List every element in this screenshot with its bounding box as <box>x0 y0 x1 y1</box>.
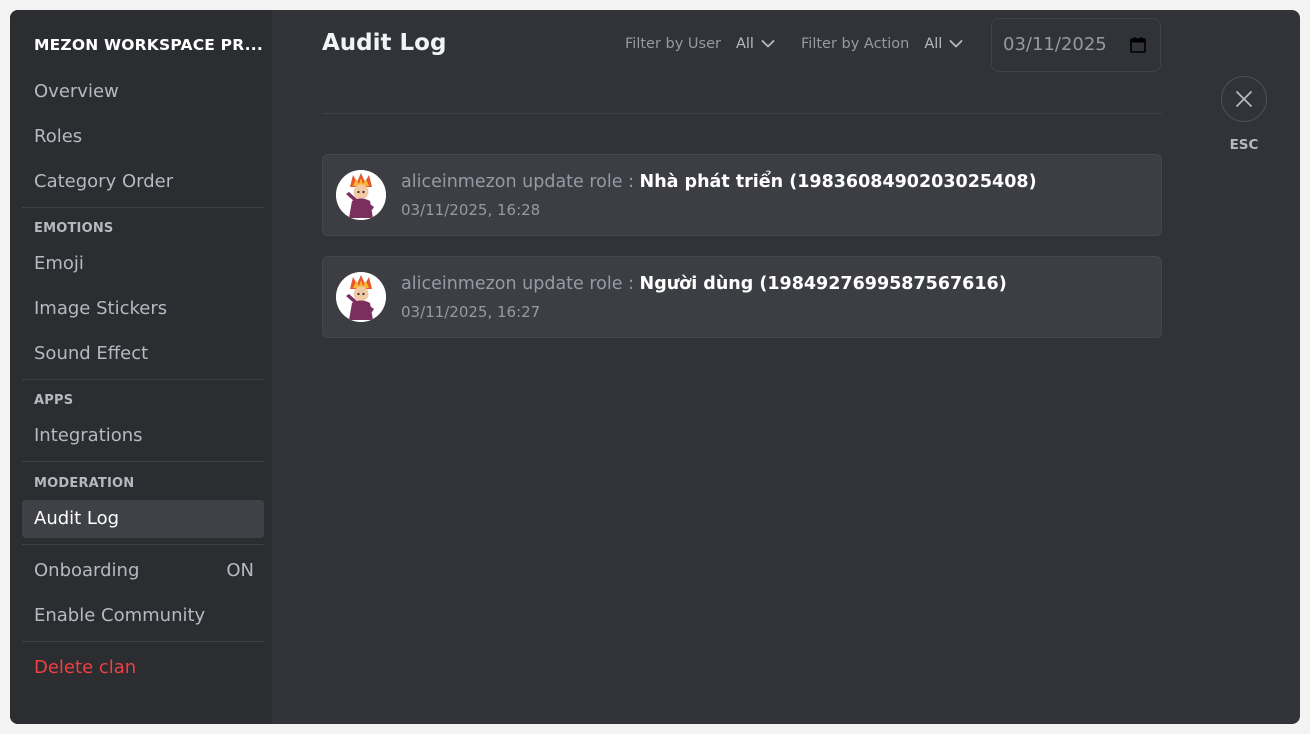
close-button[interactable] <box>1221 76 1267 122</box>
sidebar-item-audit-log[interactable]: Audit Log <box>22 500 264 538</box>
entry-target: Nhà phát triển (1983608490203025408) <box>639 172 1037 192</box>
settings-sidebar: MEZON WORKSPACE PR... Overview Roles Cat… <box>10 10 272 724</box>
sidebar-item-roles[interactable]: Roles <box>22 118 264 156</box>
filter-by-action-label: Filter by Action <box>801 36 910 52</box>
sidebar-item-category-order[interactable]: Category Order <box>22 163 264 201</box>
section-label-emotions: EMOTIONS <box>34 221 114 236</box>
entry-timestamp: 03/11/2025, 16:27 <box>401 303 541 321</box>
onboarding-status-badge: ON <box>226 560 254 581</box>
audit-log-entry: aliceinmezon update role : Người dùng (1… <box>322 256 1162 338</box>
filter-by-action[interactable]: Filter by Action All <box>801 36 964 52</box>
clan-name: MEZON WORKSPACE PR... <box>34 36 263 54</box>
date-filter-input[interactable]: 03/11/2025 <box>991 18 1161 72</box>
sidebar-divider <box>22 207 264 208</box>
avatar <box>336 272 386 322</box>
audit-log-entry: aliceinmezon update role : Nhà phát triể… <box>322 154 1162 236</box>
chevron-down-icon[interactable] <box>760 36 776 52</box>
esc-label: ESC <box>1229 137 1259 153</box>
content-divider <box>322 113 1162 114</box>
sidebar-divider <box>22 379 264 380</box>
entry-text: aliceinmezon update role : Nhà phát triể… <box>401 172 1037 192</box>
sidebar-item-overview[interactable]: Overview <box>22 73 264 111</box>
page-title: Audit Log <box>322 30 447 56</box>
sidebar-item-onboarding[interactable]: Onboarding ON <box>22 552 264 590</box>
entry-timestamp: 03/11/2025, 16:28 <box>401 201 541 219</box>
avatar <box>336 170 386 220</box>
sidebar-item-enable-community[interactable]: Enable Community <box>22 597 264 635</box>
sidebar-item-sound-effect[interactable]: Sound Effect <box>22 335 264 373</box>
filter-by-action-value[interactable]: All <box>924 36 942 52</box>
entry-target: Người dùng (1984927699587567616) <box>639 274 1007 294</box>
sidebar-item-image-stickers[interactable]: Image Stickers <box>22 290 264 328</box>
date-filter-value[interactable]: 03/11/2025 <box>1003 34 1107 55</box>
filter-by-user-value[interactable]: All <box>736 36 754 52</box>
calendar-icon[interactable] <box>1129 36 1147 54</box>
settings-window: MEZON WORKSPACE PR... Overview Roles Cat… <box>10 10 1300 724</box>
sidebar-divider <box>22 461 264 462</box>
filter-by-user[interactable]: Filter by User All <box>625 36 776 52</box>
entry-actor-action: aliceinmezon update role : <box>401 274 640 294</box>
sidebar-item-integrations[interactable]: Integrations <box>22 417 264 455</box>
entry-actor-action: aliceinmezon update role : <box>401 172 640 192</box>
sidebar-divider <box>22 641 264 642</box>
close-icon <box>1236 91 1252 107</box>
filter-by-user-label: Filter by User <box>625 36 721 52</box>
sidebar-item-emoji[interactable]: Emoji <box>22 245 264 283</box>
section-label-moderation: MODERATION <box>34 476 135 491</box>
entry-text: aliceinmezon update role : Người dùng (1… <box>401 274 1007 294</box>
sidebar-divider <box>22 544 264 545</box>
sidebar-item-delete-clan[interactable]: Delete clan <box>22 649 264 687</box>
chevron-down-icon[interactable] <box>948 36 964 52</box>
section-label-apps: APPS <box>34 393 74 408</box>
sidebar-item-label: Onboarding <box>34 560 140 581</box>
